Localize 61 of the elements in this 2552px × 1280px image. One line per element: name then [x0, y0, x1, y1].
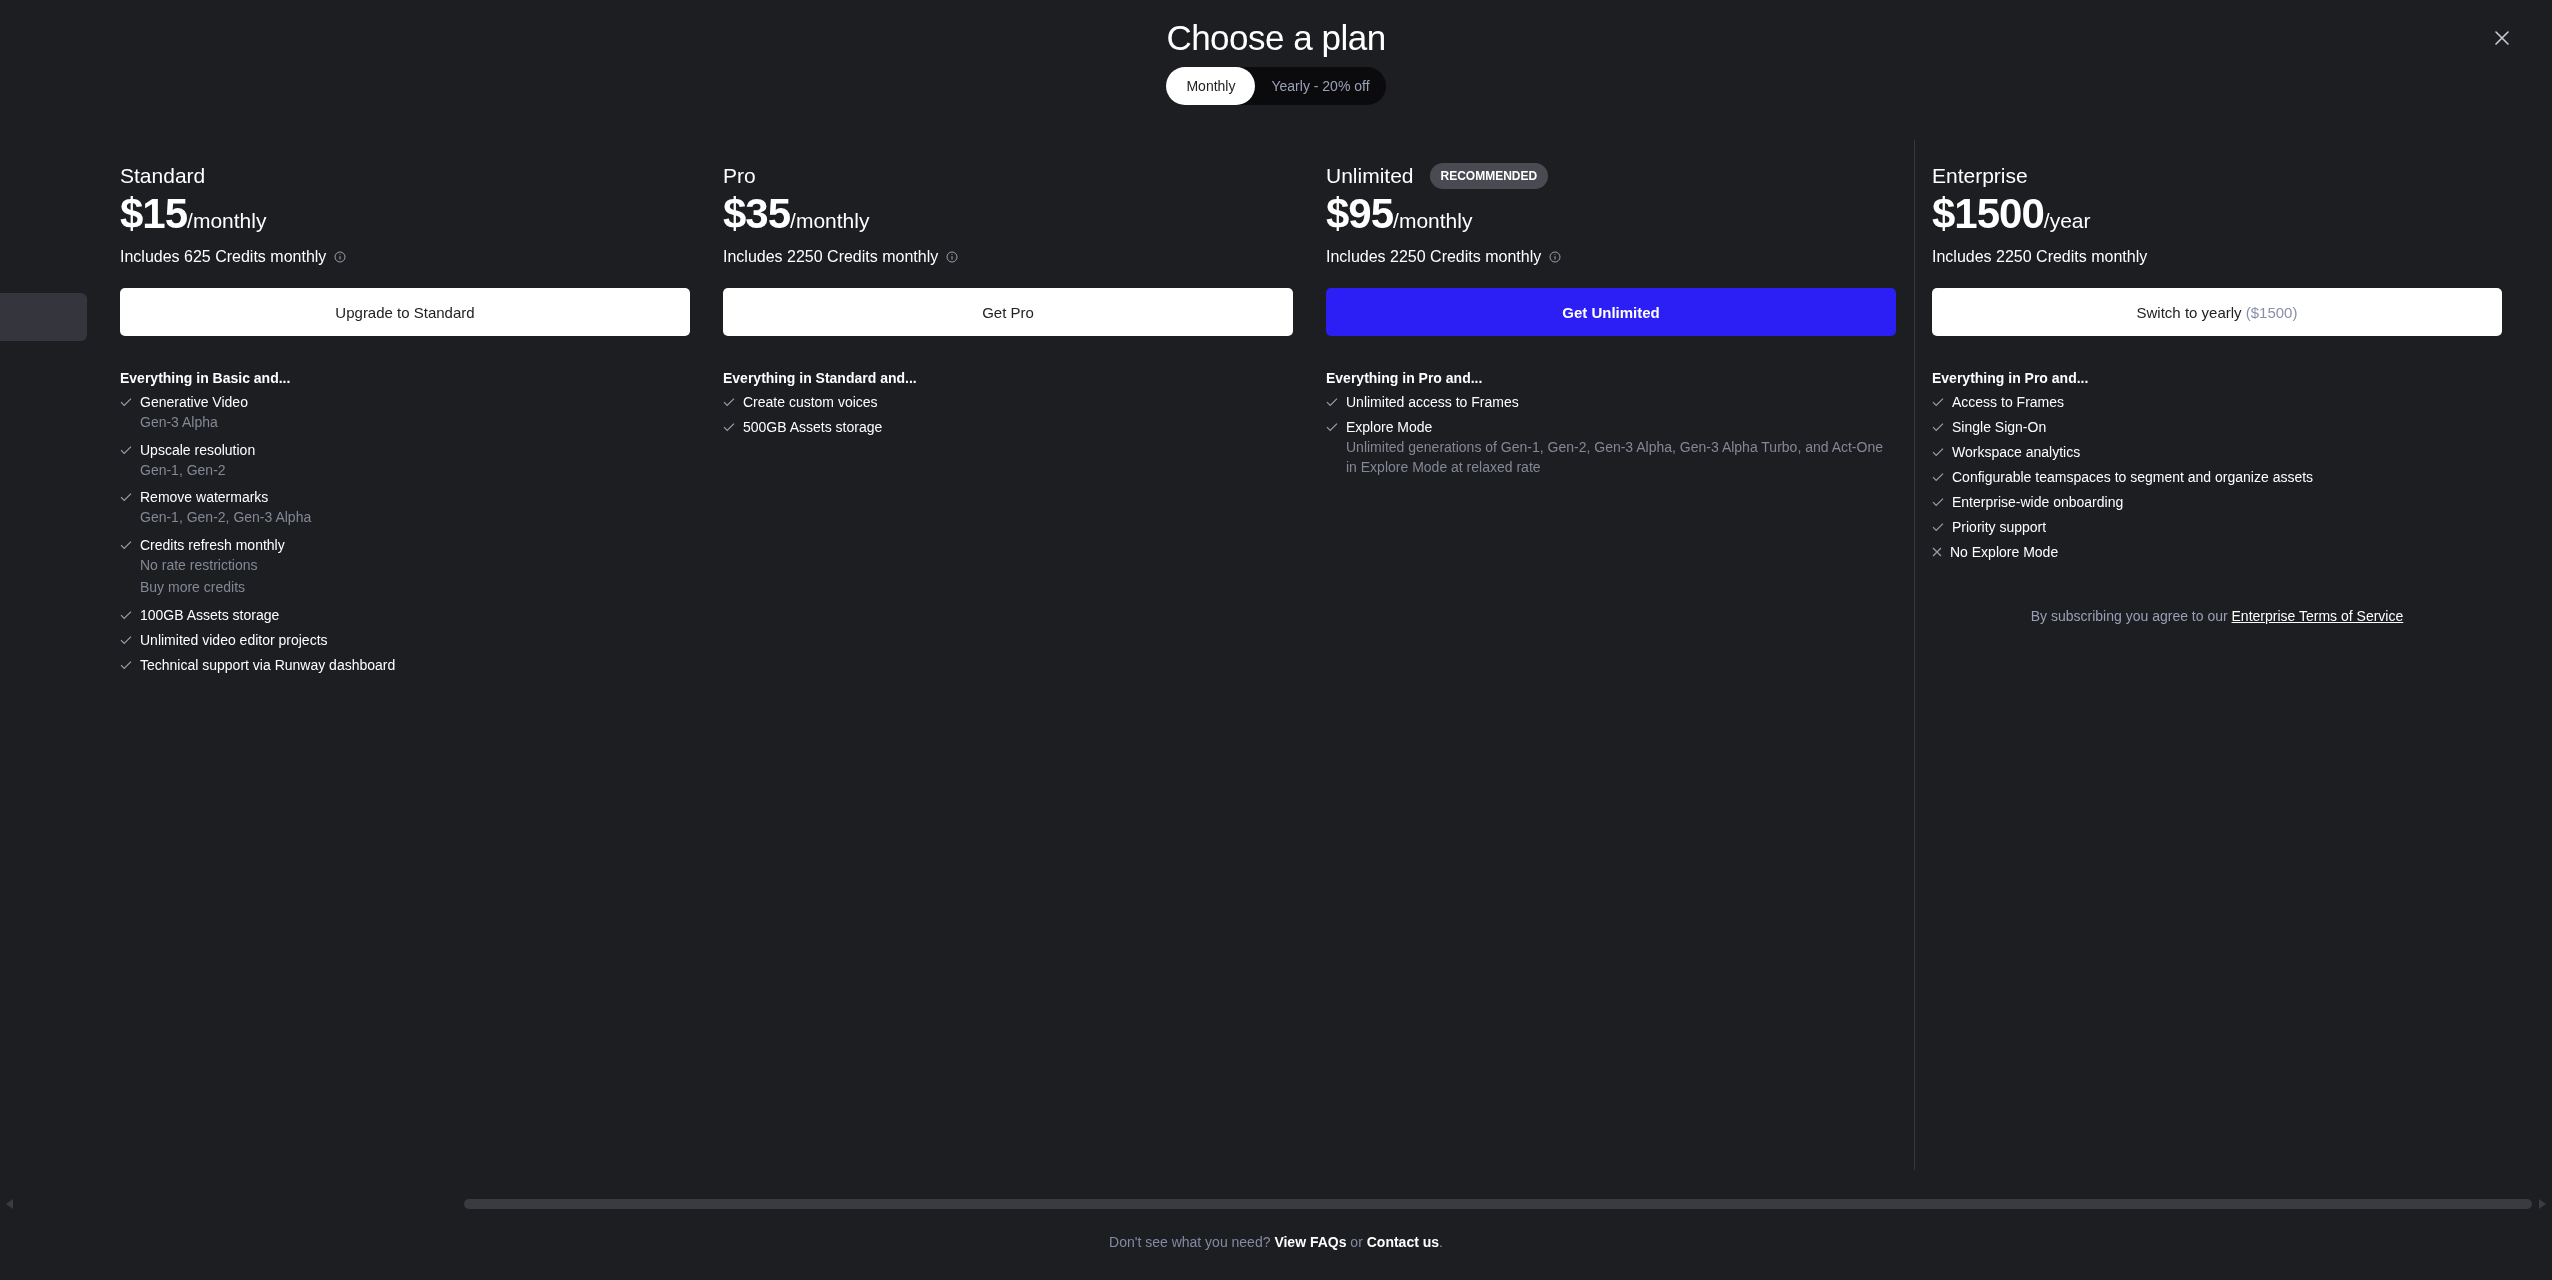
price-period: /year — [2043, 209, 2091, 233]
billing-option[interactable]: Monthly — [1166, 67, 1256, 105]
plan-price: $1500 — [1932, 190, 2044, 238]
plan-name: Unlimited — [1326, 164, 1414, 188]
feature-text: Single Sign-On — [1952, 419, 2047, 435]
feature-text: Enterprise-wide onboarding — [1952, 494, 2124, 510]
feature-text: Explore Mode — [1346, 419, 1434, 435]
features-heading: Everything in Pro and... — [1326, 370, 1484, 386]
feature-detail: Buy more credits — [140, 578, 247, 598]
feature-text: Upscale resolution — [140, 441, 256, 458]
price-period: /monthly — [187, 209, 267, 233]
feature-text: Create custom voices — [743, 394, 878, 410]
info-icon[interactable] — [334, 251, 347, 263]
feature-detail: Unlimited generations of Gen-1, Gen-2, Gen-3 Alpha, Gen-3 Alpha Turbo, and Act-One in Explore Mode at relaxed rate — [1346, 438, 1884, 477]
features-heading: Everything in Standard and... — [723, 370, 918, 386]
plan-name: Standard — [120, 164, 206, 188]
help-text: Don't see what you need? View FAQs or Contact us. — [1108, 1234, 1444, 1250]
feature-text: Workspace analytics — [1952, 444, 2081, 460]
info-icon[interactable] — [1549, 251, 1562, 263]
plan-button[interactable]: Switch to yearly ($1500) — [1932, 288, 2502, 336]
credits-text: Includes 2250 Credits monthly — [1932, 248, 2148, 266]
feature-text: Unlimited video editor projects — [140, 631, 328, 648]
credits-text: Includes 2250 Credits monthly — [1326, 248, 1542, 266]
feature-text: Unlimited access to Frames — [1346, 394, 1519, 410]
feature-detail: Gen-1, Gen-2, Gen-3 Alpha — [140, 508, 312, 528]
recommended-badge: RECOMMENDED — [1429, 163, 1549, 189]
terms-text: By subscribing you agree to our Enterprise Terms of Service — [2029, 608, 2405, 624]
feature-text: Technical support via Runway dashboard — [140, 656, 396, 673]
scrollbar-thumb[interactable] — [464, 1199, 2532, 1209]
plan-button[interactable]: Get Unlimited — [1326, 288, 1896, 336]
plan-button[interactable]: Upgrade to Standard — [120, 288, 690, 336]
feature-detail: Gen-3 Alpha — [140, 413, 219, 432]
feature-text: Priority support — [1952, 519, 2047, 535]
feature-text: Configurable teamspaces to segment and organize assets — [1952, 469, 2314, 485]
features-heading: Everything in Basic and... — [120, 370, 292, 386]
plan-name: Pro — [723, 164, 756, 188]
feature-detail: No rate restrictions — [140, 555, 259, 575]
feature-text: Credits refresh monthly — [140, 536, 285, 553]
feature-text: Access to Frames — [1952, 394, 2065, 410]
plan-price: $95 — [1326, 190, 1394, 238]
feature-text: Generative Video — [140, 394, 248, 410]
feature-text: Remove watermarks — [140, 489, 270, 506]
faq-link[interactable]: View FAQs — [1274, 1234, 1347, 1250]
credits-text: Includes 625 Credits monthly — [120, 248, 327, 266]
feature-text: 100GB Assets storage — [140, 606, 280, 623]
feature-detail: Gen-1, Gen-2 — [140, 460, 227, 480]
plan-price: $35 — [723, 190, 791, 238]
features-heading: Everything in Pro and... — [1932, 370, 2090, 386]
billing-option[interactable]: Yearly - 20% off — [1255, 67, 1386, 105]
terms-link[interactable]: Enterprise Terms of Service — [2231, 608, 2404, 624]
price-period: /monthly — [790, 209, 870, 233]
plan-price: $15 — [120, 190, 188, 238]
feature-text: No Explore Mode — [1950, 544, 2059, 560]
close-icon[interactable] — [2494, 30, 2510, 46]
dialog-title: Choose a plan — [1166, 18, 1386, 58]
plan-name: Enterprise — [1932, 164, 2028, 188]
price-period: /monthly — [1393, 209, 1473, 233]
info-icon[interactable] — [946, 251, 959, 263]
feature-text: 500GB Assets storage — [743, 419, 883, 435]
plan-button[interactable]: Get Pro — [723, 288, 1293, 336]
credits-text: Includes 2250 Credits monthly — [723, 248, 939, 266]
